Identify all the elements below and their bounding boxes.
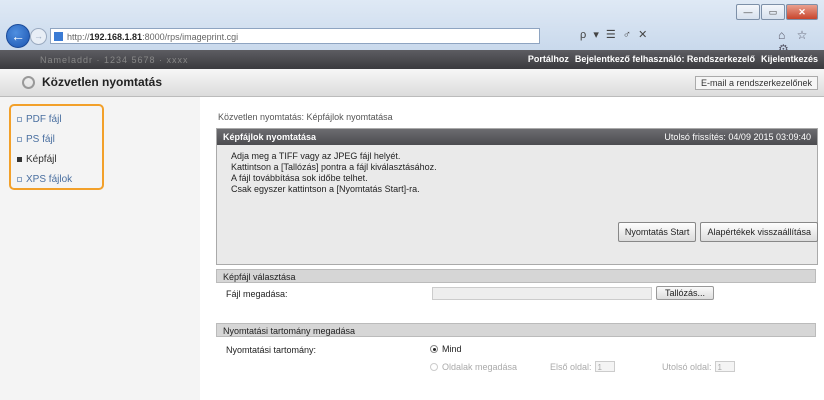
portal-link[interactable]: Portálhoz — [528, 54, 569, 64]
radio-all[interactable]: Mind — [430, 344, 462, 354]
instruction-line: A fájl továbbítása sok időbe telhet. — [231, 173, 368, 183]
top-navigation-bar: Nameladdr · 1234 5678 · xxxx Portálhoz B… — [0, 50, 824, 69]
first-page-label: Első oldal: — [550, 361, 592, 372]
range-label: Nyomtatási tartomány: — [226, 345, 317, 355]
address-bar[interactable]: http://192.168.1.81:8000/rps/imageprint.… — [50, 28, 540, 44]
url-path: :8000/rps/imageprint.cgi — [142, 32, 239, 42]
radio-selected-icon — [430, 345, 438, 353]
sidebar-item-label: XPS fájlok — [26, 173, 73, 185]
device-name-text: Nameladdr · 1234 5678 · xxxx — [40, 55, 189, 65]
maximize-button[interactable]: ▭ — [761, 4, 785, 20]
radio-pages-label: Oldalak megadása — [442, 362, 518, 372]
radio-unselected-icon — [430, 363, 438, 371]
radio-all-label: Mind — [442, 344, 462, 354]
instruction-line: Adja meg a TIFF vagy az JPEG fájl helyét… — [231, 151, 401, 161]
top-links: Portálhoz Bejelentkező felhasználó: Rend… — [528, 54, 818, 64]
first-page-field: Első oldal: 1 — [550, 361, 615, 372]
sidebar-menu: PDF fájl PS fájl Képfájl XPS fájlok — [9, 104, 104, 190]
bullet-icon — [17, 136, 22, 142]
back-arrow-icon: ← — [11, 28, 25, 44]
close-window-button[interactable]: ✕ — [786, 4, 818, 20]
panel-header: Képfájlok nyomtatása Utolsó frissítés: 0… — [217, 129, 817, 145]
direct-print-icon — [22, 76, 35, 89]
last-page-input[interactable]: 1 — [714, 361, 735, 372]
bullet-icon — [17, 176, 22, 182]
logout-link[interactable]: Kijelentkezés — [761, 54, 818, 64]
last-updated-text: Utolsó frissítés: 04/09 2015 03:09:40 — [664, 132, 811, 142]
start-print-button[interactable]: Nyomtatás Start — [617, 222, 697, 242]
first-page-input[interactable]: 1 — [594, 361, 615, 372]
email-admin-button[interactable]: E-mail a rendszerkezelőnek — [694, 76, 818, 90]
url-prefix: http:// — [67, 32, 90, 42]
main-content: Közvetlen nyomtatás: Képfájlok nyomtatás… — [210, 97, 824, 400]
reset-defaults-button[interactable]: Alapértékek visszaállítása — [700, 222, 818, 242]
sidebar-item-xps[interactable]: XPS fájlok — [17, 169, 102, 189]
sidebar-item-label: PDF fájl — [26, 113, 62, 125]
forward-arrow-icon: → — [34, 31, 43, 41]
last-page-label: Utolsó oldal: — [662, 361, 712, 372]
browse-button[interactable]: Tallózás... — [656, 286, 715, 300]
logged-in-user-text: Bejelentkező felhasználó: Rendszerkezelő — [574, 54, 755, 64]
sidebar-item-label: PS fájl — [26, 133, 55, 145]
panel-title: Képfájlok nyomtatása — [223, 132, 317, 142]
breadcrumb: Közvetlen nyomtatás: Képfájlok nyomtatás… — [218, 112, 393, 122]
range-row: Nyomtatási tartomány: Mind Oldalak megad… — [216, 341, 816, 391]
file-section-heading: Képfájl választása — [216, 269, 816, 283]
sidebar-item-ps[interactable]: PS fájl — [17, 129, 102, 149]
radio-pages[interactable]: Oldalak megadása — [430, 362, 517, 372]
range-section-heading: Nyomtatási tartomány megadása — [216, 323, 816, 337]
address-bar-controls[interactable]: ρ ▾ ☰ ♂ ✕ — [580, 28, 649, 41]
sidebar-item-image[interactable]: Képfájl — [17, 149, 102, 169]
favicon-icon — [54, 32, 63, 41]
browser-chrome: — ▭ ✕ ← → http://192.168.1.81:8000/rps/i… — [0, 0, 824, 56]
bullet-icon — [17, 156, 22, 162]
instruction-line: Csak egyszer kattintson a [Nyomtatás Sta… — [231, 184, 420, 194]
page-title: Közvetlen nyomtatás — [42, 75, 163, 89]
file-label: Fájl megadása: — [226, 289, 288, 299]
forward-button[interactable]: → — [30, 28, 47, 45]
bullet-icon — [17, 116, 22, 122]
instructions: Adja meg a TIFF vagy az JPEG fájl helyét… — [217, 145, 817, 195]
url-host: 192.168.1.81 — [89, 32, 143, 42]
instruction-line: Kattintson a [Tallózás] pontra a fájl ki… — [231, 162, 437, 172]
page-header: Közvetlen nyomtatás E-mail a rendszerkez… — [0, 69, 824, 97]
window-controls: — ▭ ✕ — [736, 4, 818, 20]
panel-actions: Nyomtatás Start Alapértékek visszaállítá… — [617, 222, 818, 242]
print-panel: Képfájlok nyomtatása Utolsó frissítés: 0… — [216, 128, 818, 265]
sidebar-item-pdf[interactable]: PDF fájl — [17, 109, 102, 129]
file-path-input[interactable] — [432, 287, 652, 300]
sidebar-item-label: Képfájl — [26, 153, 57, 165]
last-page-field: Utolsó oldal: 1 — [662, 361, 735, 372]
minimize-button[interactable]: — — [736, 4, 760, 20]
file-row: Fájl megadása: Tallózás... — [216, 285, 816, 303]
back-button[interactable]: ← — [6, 24, 30, 48]
